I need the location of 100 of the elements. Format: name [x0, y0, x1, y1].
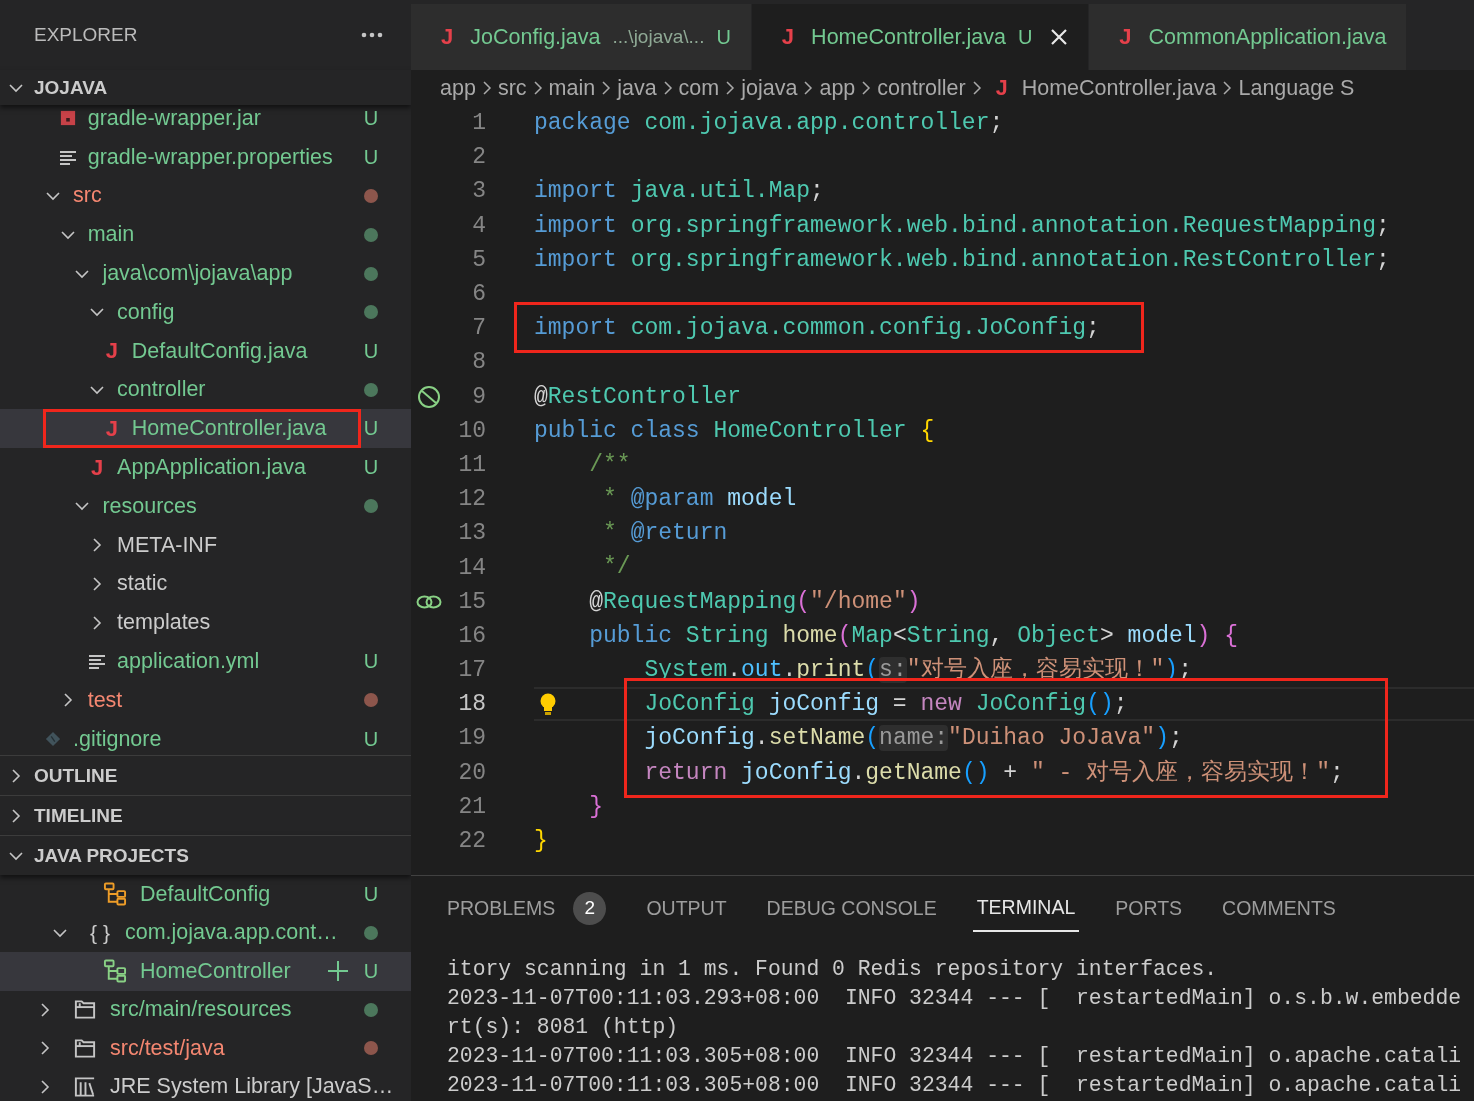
tree-item[interactable]: resources: [0, 486, 411, 526]
line-number: 21: [457, 793, 487, 820]
line-number: 9: [471, 383, 487, 410]
tree-item[interactable]: controller: [0, 370, 411, 410]
git-status-label: U: [362, 882, 380, 906]
terminal-line: rt(s): 8081 (http): [447, 1014, 680, 1041]
git-status-label: U: [362, 456, 380, 480]
terminal-line: 2023-11-07T00:11:03.305+08:00 INFO 32344 --- [ restartedMain] o.apache.catali: [447, 1072, 1463, 1099]
breadcrumb-item[interactable]: controller: [877, 75, 966, 101]
plus-icon[interactable]: [327, 960, 349, 983]
code-line: }: [588, 792, 604, 822]
breadcrumb-item[interactable]: app: [440, 75, 476, 101]
file-type-icon: J: [105, 340, 118, 363]
tree-item[interactable]: templates: [0, 603, 411, 643]
lines-icon: [89, 654, 106, 670]
file-type-icon: J: [1119, 24, 1132, 50]
section-header[interactable]: JAVA PROJECTS: [0, 835, 411, 875]
tree-item[interactable]: application.yml U: [0, 642, 411, 681]
line-number: 2: [471, 144, 487, 171]
tree-item[interactable]: test: [0, 680, 411, 720]
tree-item[interactable]: META-INF: [0, 525, 411, 565]
panel-tab[interactable]: DEBUG CONSOLE: [766, 885, 937, 931]
file-type-icon: J: [105, 417, 118, 440]
line-number: 18: [457, 691, 487, 718]
line-number: 22: [457, 828, 487, 855]
more-icon[interactable]: [361, 32, 383, 38]
breadcrumb-item[interactable]: Language S: [1238, 75, 1355, 101]
tree-item[interactable]: DefaultConfig U: [0, 875, 411, 914]
code-line: public String home(Map<String, Object> model) {: [588, 621, 1240, 651]
editor-tab[interactable]: J JoConfig.java ...\jojava\... U: [411, 4, 752, 70]
tree-item[interactable]: J DefaultConfig.java U: [0, 331, 411, 371]
breadcrumb-item[interactable]: src: [497, 75, 527, 101]
terminal-line: itory scanning in 1 ms. Found 0 Redis repository interfaces.: [447, 956, 1219, 983]
terminal-line: 2023-11-07T00:11:03.293+08:00 INFO 32344 --- [ restartedMain] o.s.b.w.embedde: [447, 985, 1463, 1012]
tree-item[interactable]: .gitignore U: [0, 719, 411, 755]
breadcrumb-item[interactable]: jojava: [741, 75, 798, 101]
editor-tab[interactable]: J HomeController.java U: [751, 4, 1090, 70]
breadcrumb-item[interactable]: HomeController.java: [1021, 75, 1217, 101]
breadcrumb-item[interactable]: app: [819, 75, 856, 101]
tree-item[interactable]: config: [0, 293, 411, 332]
explorer-title: EXPLORER: [34, 24, 138, 46]
folders-icon: [73, 998, 97, 1022]
terminal-line: 2023-11-07T00:11:03.305+08:00 INFO 32344 --- [ restartedMain] o.apache.catali: [447, 1043, 1463, 1070]
code-line: joConfig.setName(name:"Duihao JoJava");: [643, 724, 1184, 754]
line-number: 20: [457, 759, 487, 786]
tree-item[interactable]: src: [0, 176, 411, 216]
code-line: JoConfig joConfig = new JoConfig();: [534, 687, 1474, 722]
tree-item[interactable]: J AppApplication.java U: [0, 448, 411, 487]
tree-item[interactable]: main: [0, 215, 411, 255]
line-number: 8: [471, 349, 487, 376]
breadcrumb-item[interactable]: java: [617, 75, 657, 101]
code-line: public class HomeController {: [534, 416, 936, 446]
tree-item[interactable]: { } com.jojava.app.cont…: [0, 913, 411, 952]
panel-tab[interactable]: PROBLEMS 2: [447, 885, 607, 931]
git-status-label: U: [362, 650, 380, 674]
line-number: 16: [457, 622, 487, 649]
section-header[interactable]: OUTLINE: [0, 755, 411, 795]
braces-icon: { }: [90, 922, 110, 944]
git-status-label: U: [362, 339, 380, 363]
line-number: 14: [457, 554, 487, 581]
breadcrumb-item[interactable]: com: [678, 75, 720, 101]
code-line: */: [602, 553, 632, 583]
tree-item[interactable]: src/test/java: [0, 1029, 411, 1068]
file-type-icon: J: [90, 456, 104, 479]
code-line: }: [534, 826, 549, 856]
tree-item[interactable]: src/main/resources: [0, 990, 411, 1029]
file-type-icon: J: [441, 24, 454, 50]
panel-tab[interactable]: COMMENTS: [1222, 885, 1336, 931]
close-icon[interactable]: [1050, 28, 1069, 46]
section-header[interactable]: TIMELINE: [0, 795, 411, 835]
archive-icon: [59, 109, 76, 128]
code-line: package com.jojava.app.controller;: [534, 109, 1005, 138]
git-status-label: U: [362, 106, 380, 130]
hierarchy-icon: [103, 958, 127, 985]
code-line: import com.jojava.common.config.JoConfig;: [534, 314, 1101, 344]
circle-slash-icon[interactable]: [417, 384, 441, 409]
panel-tab[interactable]: TERMINAL: [972, 884, 1080, 932]
panel-tab[interactable]: OUTPUT: [646, 885, 727, 931]
line-number: 4: [471, 212, 487, 239]
count-badge: 2: [573, 891, 607, 925]
code-line: * @return: [602, 519, 729, 549]
file-type-icon: J: [781, 24, 795, 50]
tree-item[interactable]: java\com\jojava\app: [0, 254, 411, 293]
diamond-icon: [45, 730, 61, 749]
git-status-label: U: [362, 727, 380, 751]
tree-item[interactable]: gradle-wrapper.jar U: [0, 105, 411, 138]
breadcrumb-item[interactable]: main: [548, 75, 596, 101]
lightbulb-icon[interactable]: [539, 693, 557, 716]
tree-item[interactable]: static: [0, 564, 411, 604]
tree-item[interactable]: JRE System Library [JavaS…: [0, 1067, 411, 1101]
folder-header[interactable]: JOJAVA: [0, 70, 411, 105]
tree-item[interactable]: gradle-wrapper.properties U: [0, 137, 411, 177]
hierarchy-icon: [103, 881, 127, 908]
file-type-icon: J: [995, 75, 1008, 101]
code-line: * @param model: [602, 485, 798, 515]
panel-tab[interactable]: PORTS: [1115, 885, 1183, 931]
editor-tab[interactable]: J CommonApplication.java: [1089, 4, 1408, 70]
tree-item[interactable]: HomeController U: [0, 952, 411, 991]
code-line: @RequestMapping("/home"): [588, 587, 922, 617]
folders-icon: [73, 1036, 97, 1060]
